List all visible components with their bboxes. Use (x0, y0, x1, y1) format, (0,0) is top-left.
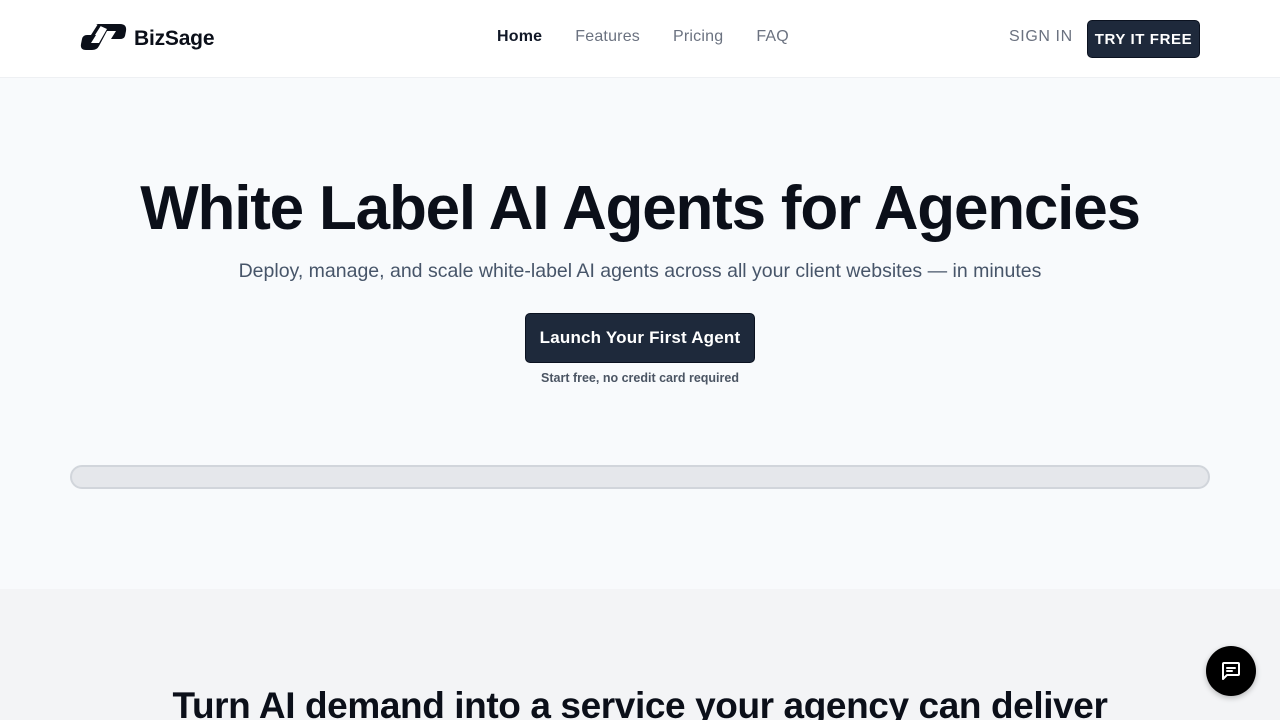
main-nav: Home Features Pricing FAQ (497, 28, 822, 46)
brand-name: BizSage (134, 27, 215, 50)
bizsage-logo-icon (80, 22, 127, 57)
services-section: Turn AI demand into a service your agenc… (0, 589, 1280, 720)
chat-bubble-icon (1219, 659, 1243, 683)
nav-item-pricing[interactable]: Pricing (673, 28, 723, 46)
hero-subtitle: Deploy, manage, and scale white-label AI… (238, 260, 1042, 282)
services-section-title: Turn AI demand into a service your agenc… (172, 685, 1108, 720)
brand-logo-link[interactable]: BizSage (80, 22, 215, 57)
progress-bar (70, 465, 1210, 489)
try-it-free-button[interactable]: TRY IT FREE (1087, 20, 1200, 58)
site-header: BizSage Home Features Pricing FAQ SIGN I… (0, 0, 1280, 78)
nav-item-faq[interactable]: FAQ (756, 28, 789, 46)
cta-note: Start free, no credit card required (541, 371, 739, 385)
sign-in-link[interactable]: SIGN IN (1009, 28, 1073, 46)
chat-widget-button[interactable] (1206, 646, 1256, 696)
nav-item-home[interactable]: Home (497, 28, 542, 46)
hero-section: White Label AI Agents for Agencies Deplo… (0, 78, 1280, 589)
nav-item-features[interactable]: Features (575, 28, 640, 46)
launch-first-agent-button[interactable]: Launch Your First Agent (525, 313, 755, 363)
hero-title: White Label AI Agents for Agencies (140, 174, 1141, 243)
